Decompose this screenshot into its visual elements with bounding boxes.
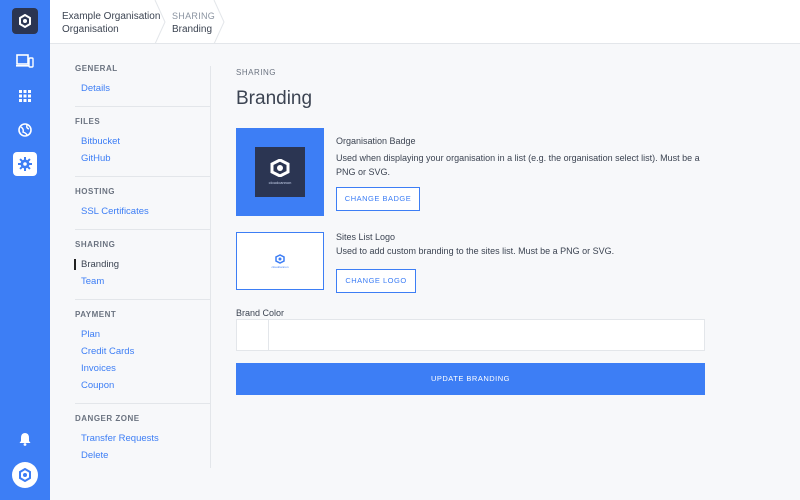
brand-color-label: Brand Color <box>236 308 285 318</box>
nav-item-delete[interactable]: Delete <box>75 447 210 464</box>
badge-logo-wordmark: cloudcannon <box>268 180 292 185</box>
badge-title: Organisation Badge <box>336 136 416 146</box>
nav-group-hosting: HOSTING SSL Certificates <box>75 187 210 230</box>
nav-heading: FILES <box>75 117 101 126</box>
change-logo-button[interactable]: CHANGE LOGO <box>336 269 416 293</box>
change-badge-button[interactable]: CHANGE BADGE <box>336 187 420 211</box>
brand-color-input[interactable] <box>270 320 704 350</box>
nav-heading: DANGER ZONE <box>75 414 140 423</box>
badge-info: Organisation Badge Used when displaying … <box>336 136 706 179</box>
breadcrumb-separator-icon <box>154 0 166 44</box>
cloudcannon-logo-icon <box>270 159 290 177</box>
app-rail <box>0 0 50 500</box>
logo-wordmark: cloudcannon <box>271 264 289 269</box>
grid-icon[interactable] <box>13 84 37 108</box>
nav-group-danger-zone: DANGER ZONE Transfer Requests Delete <box>75 414 210 473</box>
nav-group-payment: PAYMENT Plan Credit Cards Invoices Coupo… <box>75 310 210 404</box>
nav-item-credit-cards[interactable]: Credit Cards <box>75 343 210 360</box>
sites-list-logo-section: cloudcannon Sites List Logo Used to add … <box>236 232 706 293</box>
nav-item-github[interactable]: GitHub <box>75 150 210 167</box>
brand-color-swatch[interactable] <box>237 320 269 350</box>
app-logo[interactable] <box>12 8 38 34</box>
nav-item-bitbucket[interactable]: Bitbucket <box>75 133 210 150</box>
breadcrumb-org-name: Example Organisation <box>62 11 161 22</box>
nav-heading: SHARING <box>75 240 116 249</box>
nav-item-details[interactable]: Details <box>75 80 210 97</box>
logo-image: cloudcannon <box>269 250 291 272</box>
nav-heading: GENERAL <box>75 64 118 73</box>
nav-heading: PAYMENT <box>75 310 117 319</box>
nav-item-transfer-requests[interactable]: Transfer Requests <box>75 430 210 447</box>
cloudcannon-logo-icon <box>275 253 285 264</box>
logo-title: Sites List Logo <box>336 232 396 242</box>
nav-item-team[interactable]: Team <box>75 273 210 290</box>
breadcrumb: Example Organisation Organisation SHARIN… <box>50 0 800 44</box>
nav-group-files: FILES Bitbucket GitHub <box>75 117 210 177</box>
nav-item-coupon[interactable]: Coupon <box>75 377 210 394</box>
nav-group-general: GENERAL Details <box>75 64 210 107</box>
cloudcannon-logo-icon <box>19 14 31 28</box>
user-avatar[interactable] <box>12 462 38 488</box>
devices-icon[interactable] <box>13 49 37 73</box>
settings-nav: GENERAL Details FILES Bitbucket GitHub H… <box>74 64 210 483</box>
logo-info: Sites List Logo Used to add custom brand… <box>336 232 706 258</box>
gear-icon[interactable] <box>13 152 37 176</box>
nav-item-plan[interactable]: Plan <box>75 326 210 343</box>
nav-heading: HOSTING <box>75 187 115 196</box>
breadcrumb-org-type: Organisation <box>62 24 119 35</box>
page-title: Branding <box>236 88 313 109</box>
bell-icon[interactable] <box>13 427 37 451</box>
nav-group-sharing: SHARING Branding Team <box>74 240 210 300</box>
nav-item-invoices[interactable]: Invoices <box>75 360 210 377</box>
cloudcannon-logo-icon <box>19 468 31 482</box>
badge-description: Used when displaying your organisation i… <box>336 153 700 177</box>
organisation-badge-section: cloudcannon Organisation Badge Used when… <box>236 128 706 216</box>
section-label: SHARING <box>236 68 276 77</box>
badge-image: cloudcannon <box>255 147 305 197</box>
globe-icon[interactable] <box>13 118 37 142</box>
badge-preview: cloudcannon <box>236 128 324 216</box>
nav-divider <box>210 66 211 468</box>
main-content: SHARING Branding <box>236 68 706 118</box>
brand-color-field <box>236 319 705 351</box>
update-branding-button[interactable]: UPDATE BRANDING <box>236 363 705 395</box>
breadcrumb-separator-icon <box>213 0 225 44</box>
nav-item-ssl-certificates[interactable]: SSL Certificates <box>75 203 210 220</box>
breadcrumb-organisation[interactable]: Example Organisation Organisation <box>62 0 167 44</box>
logo-preview: cloudcannon <box>236 232 324 290</box>
nav-item-branding[interactable]: Branding <box>74 256 210 273</box>
logo-description: Used to add custom branding to the sites… <box>336 246 615 256</box>
